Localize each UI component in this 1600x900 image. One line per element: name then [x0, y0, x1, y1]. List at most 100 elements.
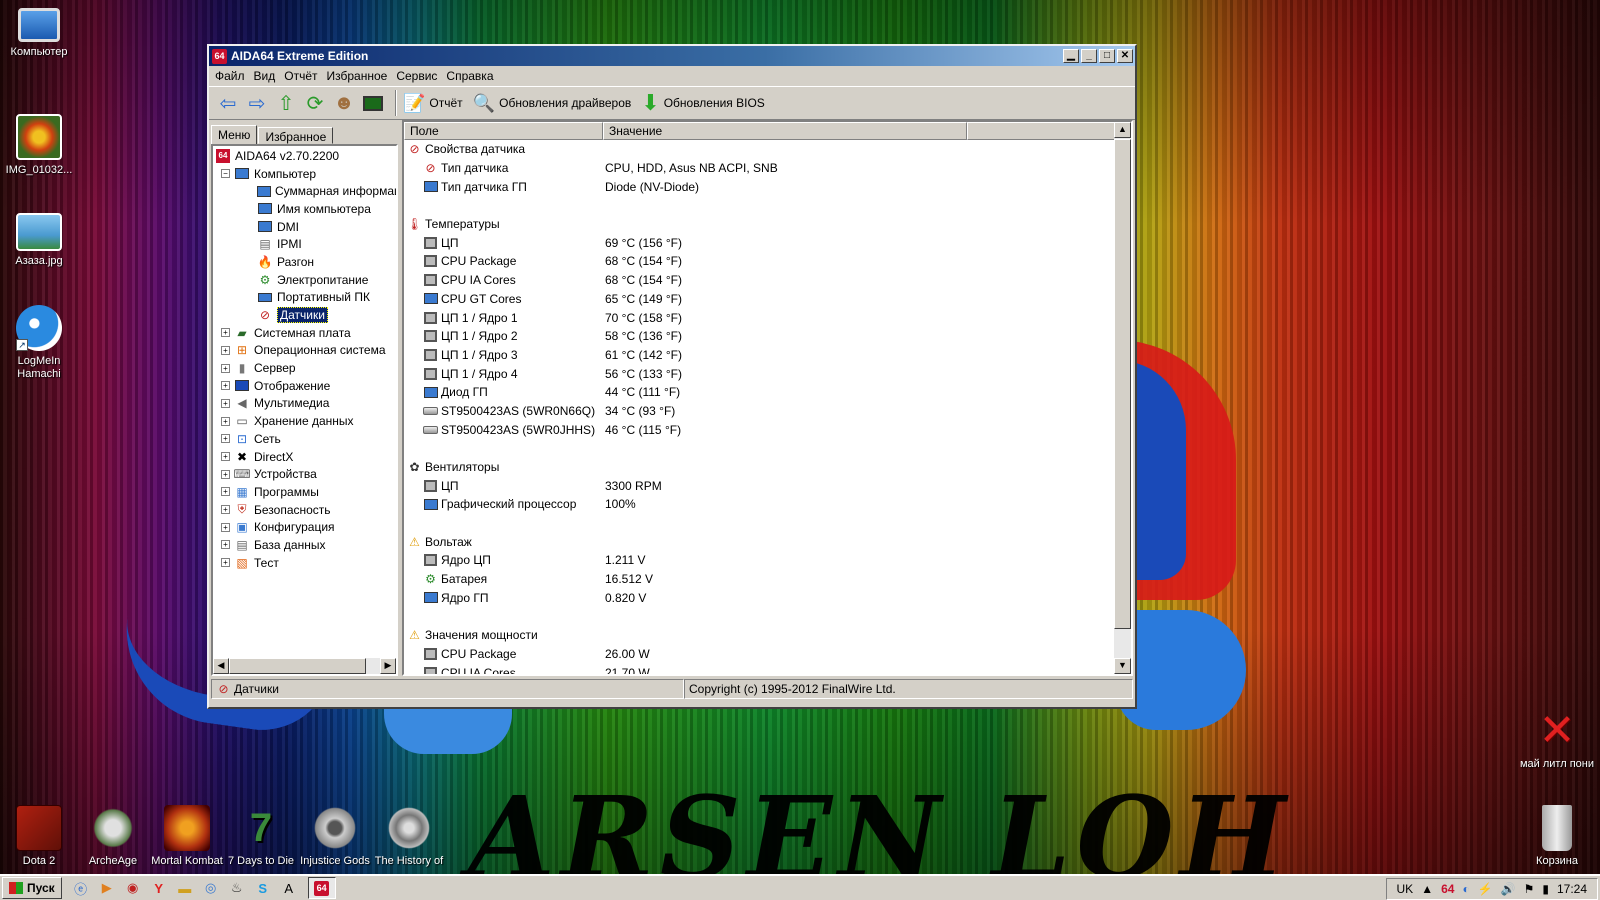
desktop-icon-7-days[interactable]: 7 7 Days to Die	[222, 805, 300, 868]
sensor-row[interactable]: CPU IA Cores 21.70 W	[404, 663, 1116, 674]
expand-icon[interactable]: +	[221, 522, 230, 532]
expand-icon[interactable]: +	[221, 434, 230, 444]
tree-item[interactable]: ⚙ Электропитание	[215, 271, 396, 289]
expand-icon[interactable]: +	[221, 487, 230, 497]
scroll-left-icon[interactable]: ◀	[213, 658, 229, 674]
minimize-button[interactable]: ▁	[1063, 49, 1079, 63]
desktop-icon-recycle-bin[interactable]: Корзина	[1518, 805, 1596, 868]
tree-item[interactable]: + ⛨ Безопасность	[215, 501, 396, 519]
menu-view[interactable]: Вид	[251, 69, 282, 83]
tree-item[interactable]: + ▣ Конфигурация	[215, 518, 396, 536]
sensor-row[interactable]: ST9500423AS (5WR0JHHS) 46 °C (115 °F)	[404, 420, 1116, 439]
scroll-right-icon[interactable]: ▶	[380, 658, 396, 674]
tray-network-icon[interactable]: ◐	[1462, 882, 1469, 896]
section-header-row[interactable]: ⚠ Вольтаж	[404, 532, 1116, 551]
desktop-icon-pony[interactable]: ✕ май литл пони	[1518, 708, 1596, 771]
scroll-down-icon[interactable]: ▼	[1114, 658, 1131, 674]
sensor-row[interactable]: ST9500423AS (5WR0N66Q) 34 °C (93 °F)	[404, 402, 1116, 421]
tab-menu[interactable]: Меню	[211, 125, 258, 145]
archeage-taskbar-icon[interactable]: A	[279, 879, 299, 897]
section-header-row[interactable]: ⚠ Значения мощности	[404, 626, 1116, 645]
tree-item[interactable]: + ⊡ Сеть	[215, 430, 396, 448]
section-header-row[interactable]: ✿ Вентиляторы	[404, 458, 1116, 477]
column-field-header[interactable]: Поле	[404, 122, 603, 140]
expand-icon[interactable]: +	[221, 345, 230, 355]
sensor-row[interactable]: Тип датчика ГП Diode (NV-Diode)	[404, 177, 1116, 196]
language-indicator[interactable]: UK	[1397, 882, 1414, 896]
sensor-row[interactable]: ЦП 1 / Ядро 4 56 °C (133 °F)	[404, 364, 1116, 383]
ie-icon[interactable]: ⓔ	[71, 879, 91, 897]
sensor-row[interactable]: CPU IA Cores 68 °C (154 °F)	[404, 271, 1116, 290]
tray-update-icon[interactable]: ⚡	[1478, 882, 1493, 896]
vertical-scrollbar[interactable]: ▲ ▼	[1114, 122, 1131, 674]
sensor-row[interactable]: CPU Package 26.00 W	[404, 645, 1116, 664]
tree-item[interactable]: + ⌨ Устройства	[215, 465, 396, 483]
flag-icon[interactable]: ⚑	[1524, 882, 1535, 896]
expand-icon[interactable]: +	[221, 540, 230, 550]
users-icon[interactable]: ☻	[331, 90, 357, 116]
desktop-icon-injustice[interactable]: Injustice Gods	[296, 805, 374, 868]
start-button[interactable]: Пуск	[2, 877, 62, 899]
menu-file[interactable]: Файл	[212, 69, 251, 83]
tree-item[interactable]: ▤ IPMI	[215, 235, 396, 253]
close-button[interactable]: ✕	[1117, 49, 1133, 63]
scroll-up-icon[interactable]: ▲	[1114, 122, 1131, 138]
column-value-header[interactable]: Значение	[603, 122, 967, 140]
sensor-row[interactable]: ЦП 69 °C (156 °F)	[404, 233, 1116, 252]
title-bar[interactable]: 64 AIDA64 Extreme Edition ▁ _ □ ✕	[209, 46, 1135, 66]
sensor-row[interactable]: ЦП 1 / Ядро 3 61 °C (142 °F)	[404, 346, 1116, 365]
forward-arrow-icon[interactable]: ⇨	[244, 90, 270, 116]
sensor-row[interactable]: ⚙ Батарея 16.512 V	[404, 570, 1116, 589]
tree-item[interactable]: 🔥 Разгон	[215, 253, 396, 271]
tray-aida64-icon[interactable]: 64	[1441, 882, 1454, 896]
tree-item[interactable]: + ▦ Программы	[215, 483, 396, 501]
volume-icon[interactable]: 🔊	[1501, 882, 1516, 896]
tree-item[interactable]: + ▮ Сервер	[215, 359, 396, 377]
desktop-icon-archeage[interactable]: ArcheAge	[74, 805, 152, 868]
expand-icon[interactable]: +	[221, 469, 230, 479]
desktop-icon-azaza[interactable]: Азаза.jpg	[0, 213, 78, 268]
expand-icon[interactable]: +	[221, 558, 230, 568]
refresh-icon[interactable]: ⟳	[302, 90, 328, 116]
menu-service[interactable]: Сервис	[393, 69, 443, 83]
tree-item[interactable]: + ✖ DirectX	[215, 448, 396, 466]
sensor-row[interactable]: ЦП 1 / Ядро 2 58 °C (136 °F)	[404, 327, 1116, 346]
tree-item[interactable]: Имя компьютера	[215, 200, 396, 218]
qip-icon[interactable]: ◎	[201, 879, 221, 897]
monitor-icon[interactable]	[360, 90, 386, 116]
tree-item[interactable]: + Отображение	[215, 377, 396, 395]
desktop-icon-hamachi[interactable]: ↗ LogMeIn Hamachi	[0, 305, 78, 381]
tree-item[interactable]: + ▰ Системная плата	[215, 324, 396, 342]
minimize-icon[interactable]: _	[1081, 49, 1097, 63]
up-arrow-icon[interactable]: ⇧	[273, 90, 299, 116]
taskbar-aida64-button[interactable]: 64	[307, 877, 336, 899]
tree-item[interactable]: + ▧ Тест	[215, 554, 396, 572]
menu-report[interactable]: Отчёт	[281, 69, 323, 83]
tray-expand-icon[interactable]: ▲	[1421, 882, 1433, 896]
horizontal-scrollbar[interactable]: ◀ ▶	[213, 658, 396, 674]
sensor-row[interactable]: ЦП 1 / Ядро 1 70 °C (158 °F)	[404, 308, 1116, 327]
sensor-row[interactable]: CPU Package 68 °C (154 °F)	[404, 252, 1116, 271]
tree-item[interactable]: Суммарная информация	[215, 182, 396, 200]
driver-updates-button[interactable]: 🔍 Обновления драйверов	[473, 93, 632, 114]
menu-favorites[interactable]: Избранное	[324, 69, 394, 83]
tree-item[interactable]: 64 AIDA64 v2.70.2200	[215, 147, 396, 165]
report-button[interactable]: 📝 Отчёт	[403, 93, 463, 114]
chrome-icon[interactable]: ◉	[123, 879, 143, 897]
sensor-row[interactable]: Ядро ЦП 1.211 V	[404, 551, 1116, 570]
clock[interactable]: 17:24	[1557, 882, 1587, 896]
expand-icon[interactable]: +	[221, 452, 230, 462]
section-header-row[interactable]: ⊘ Свойства датчика	[404, 140, 1116, 159]
section-header-row[interactable]: 🌡 Температуры	[404, 215, 1116, 234]
back-arrow-icon[interactable]: ⇦	[215, 90, 241, 116]
tree-item[interactable]: Портативный ПК	[215, 289, 396, 307]
tree-item[interactable]: + ◀ Мультимедиа	[215, 395, 396, 413]
expand-icon[interactable]: +	[221, 363, 230, 373]
maximize-button[interactable]: □	[1099, 49, 1115, 63]
desktop-icon-img[interactable]: IMG_01032...	[0, 114, 78, 177]
tree-item[interactable]: + ▭ Хранение данных	[215, 412, 396, 430]
scrollbar-thumb[interactable]	[229, 658, 366, 674]
sensor-row[interactable]: ⊘ Тип датчика CPU, HDD, Asus NB ACPI, SNB	[404, 159, 1116, 178]
sensor-row[interactable]: Графический процессор 100%	[404, 495, 1116, 514]
tree-item[interactable]: − Компьютер	[215, 165, 396, 183]
